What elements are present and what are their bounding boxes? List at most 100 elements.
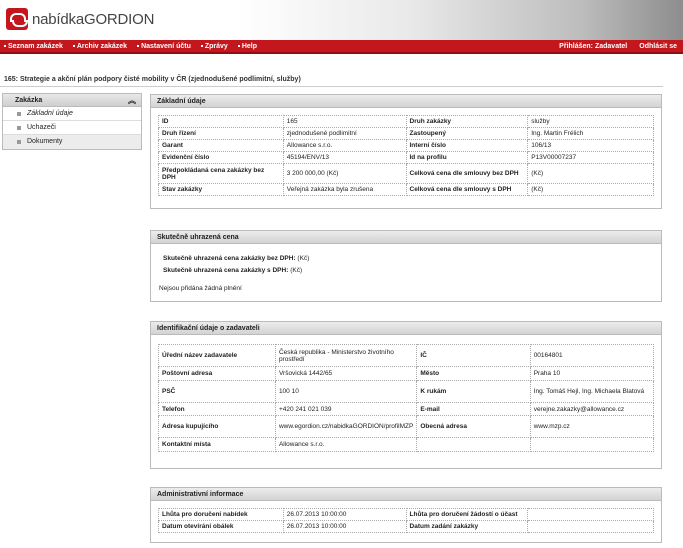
- basic-info-table: ID 165 Druh zakázky služby Druh řízení zjedno…: [158, 115, 654, 196]
- field-value: Allowance s.r.o.: [274, 437, 418, 452]
- contracting-authority-table: Úřední název zadavatele Česká republika -…: [158, 344, 655, 452]
- bullet-icon: [72, 45, 75, 48]
- table-row: Předpokládaná cena zakázky bez DPH 3 200 …: [158, 163, 654, 184]
- bullet-icon: [200, 45, 203, 48]
- menu-item-nastaveni-uctu[interactable]: Nastavení účtu: [137, 43, 191, 50]
- sidebar-item-label: Uchazeči: [27, 124, 56, 131]
- field-value: 3 200 000,00 (Kč): [282, 163, 407, 184]
- decorative-background: [520, 0, 526, 19]
- panel-title: Skutečně uhrazená cena: [151, 231, 661, 244]
- field-label: Lhůta pro doručení nabídek: [158, 508, 284, 521]
- field-value: 00164801: [529, 344, 655, 367]
- field-value: www.egordion.cz/nabidkaGORDION/profilMZP: [274, 415, 418, 438]
- field-value: Ing. Tomáš Hejl, Ing. Michaela Blatová: [529, 380, 655, 403]
- sidebar-item-dokumenty[interactable]: Dokumenty: [3, 135, 141, 149]
- logo[interactable]: nabídkaGORDION: [6, 8, 154, 30]
- field-label: Obecná adresa: [416, 415, 531, 438]
- paid-with-vat-label: Skutečně uhrazená cena zakázky s DPH:: [163, 267, 289, 274]
- field-label: PSČ: [158, 380, 276, 403]
- table-row: Poštovní adresa Vršovická 1442/65 Město Pra…: [158, 366, 655, 381]
- bullet-icon: [17, 140, 21, 144]
- field-value: 106/13: [527, 139, 654, 152]
- bullet-icon: [17, 112, 21, 116]
- table-row: Lhůta pro doručení nabídek 26.07.2013 10:…: [158, 508, 654, 521]
- field-value: zjednodušené podlimitní: [282, 127, 407, 140]
- collapse-icon[interactable]: ︽: [128, 94, 136, 107]
- field-label: Předpokládaná cena zakázky bez DPH: [158, 163, 284, 184]
- table-row: Kontaktní místa Allowance s.r.o.: [158, 437, 655, 452]
- field-value: www.mzp.cz: [529, 415, 655, 438]
- logo-text: nabídkaGORDION: [32, 10, 155, 28]
- table-row: Datum otevírání obálek 26.07.2013 10:00:0…: [158, 520, 654, 533]
- menu-item-archiv-zakazek[interactable]: Archiv zakázek: [72, 43, 128, 50]
- panel-title: Základní údaje: [151, 95, 661, 108]
- field-label: Telefon: [158, 402, 276, 416]
- field-value: Allowance s.r.o.: [282, 139, 407, 152]
- field-label: Město: [416, 366, 531, 381]
- field-label: Zastoupený: [405, 127, 529, 140]
- field-label: Celková cena dle smlouvy s DPH: [405, 183, 529, 196]
- field-label: Úřední název zadavatele: [158, 344, 276, 367]
- field-label: Datum otevírání obálek: [158, 520, 284, 533]
- menu-item-help[interactable]: Help: [237, 43, 258, 50]
- app-header: nabídkaGORDION: [0, 0, 683, 40]
- field-value: (Kč): [527, 163, 654, 184]
- panel-contracting-authority: Identifikační údaje o zadavateli Úřední …: [150, 321, 662, 469]
- table-row: Stav zakázky Veřejná zakázka byla zrušena…: [158, 183, 654, 196]
- panel-paid-price: Skutečně uhrazená cena Skutečně uhrazená…: [150, 230, 662, 302]
- sidebar-item-label: Základní údaje: [27, 110, 73, 117]
- bullet-icon: [137, 45, 140, 48]
- table-row: Garant Allowance s.r.o. Interní číslo 106/1…: [158, 139, 654, 152]
- field-label: Druh řízení: [158, 127, 284, 140]
- logged-in-user: Přihlášen: Zadavatel: [559, 43, 628, 50]
- sidebar-header[interactable]: Zakázka ︽: [3, 94, 141, 107]
- field-value: 26.07.2013 10:00:00: [282, 520, 407, 533]
- menu-item-label: Archiv zakázek: [76, 43, 128, 50]
- field-label: K rukám: [416, 380, 531, 403]
- paid-without-vat-value: (Kč): [297, 255, 310, 262]
- logo-icon: [6, 8, 28, 30]
- bullet-icon: [4, 45, 6, 48]
- panel-basic-info: Základní údaje ID 165 Druh zakázky služby Dr…: [150, 94, 662, 209]
- menu-item-label: Zprávy: [204, 43, 228, 50]
- sidebar-item-zakladni-udaje[interactable]: Základní údaje: [3, 107, 141, 121]
- field-value: 45194/ENV/13: [282, 151, 407, 164]
- menu-item-seznam-zakazek[interactable]: Seznam zakázek: [4, 43, 63, 50]
- field-value: služby: [527, 115, 654, 128]
- field-label: E-mail: [416, 402, 531, 416]
- main-menu: Seznam zakázek Archiv zakázek Nastavení …: [0, 40, 683, 54]
- bullet-icon: [237, 45, 240, 48]
- paid-with-vat: Skutečně uhrazená cena zakázky s DPH: (K…: [163, 267, 302, 274]
- field-value: +420 241 021 039: [274, 402, 418, 416]
- field-label: Garant: [158, 139, 284, 152]
- table-row: Evidenční číslo 45194/ENV/13 Id na profilu…: [158, 151, 654, 164]
- sidebar-item-uchazeci[interactable]: Uchazeči: [3, 121, 141, 135]
- table-row: PSČ 100 10 K rukám Ing. Tomáš Hejl, Ing. Mi…: [158, 380, 655, 403]
- field-value: Veřejná zakázka byla zrušena: [282, 183, 407, 196]
- admin-info-table: Lhůta pro doručení nabídek 26.07.2013 10:…: [158, 508, 654, 533]
- menu-item-label: Help: [241, 43, 258, 50]
- field-value: [529, 437, 655, 452]
- logout-link[interactable]: Odhlásit se: [639, 43, 677, 50]
- field-value: verejne.zakazky@allowance.cz: [529, 402, 655, 416]
- field-value: (Kč): [527, 183, 654, 196]
- field-value: Ing. Martin Frélich: [527, 127, 654, 140]
- field-label: Datum zadání zakázky: [405, 520, 529, 533]
- field-label: Poštovní adresa: [158, 366, 276, 381]
- field-value: 26.07.2013 10:00:00: [282, 508, 407, 521]
- menu-item-zpravy[interactable]: Zprávy: [200, 43, 228, 50]
- divider: [0, 86, 663, 87]
- menu-item-label: Nastavení účtu: [141, 43, 191, 50]
- field-label: Stav zakázky: [158, 183, 284, 196]
- field-value: Vršovická 1442/65: [274, 366, 418, 381]
- field-label: Evidenční číslo: [158, 151, 284, 164]
- field-label: Adresa kupujícího: [158, 415, 276, 438]
- paid-without-vat-label: Skutečně uhrazená cena zakázky bez DPH:: [163, 255, 296, 262]
- page-title: 165: Strategie a akční plán podpory čist…: [4, 76, 301, 83]
- field-label: Interní číslo: [405, 139, 529, 152]
- sidebar: Zakázka ︽ Základní údaje Uchazeči Dokume…: [2, 93, 142, 150]
- field-label: Kontaktní místa: [158, 437, 276, 452]
- menu-item-label: Seznam zakázek: [8, 43, 63, 50]
- table-row: Druh řízení zjednodušené podlimitní Zastou…: [158, 127, 654, 140]
- field-label: Lhůta pro doručení žádostí o účast: [405, 508, 529, 521]
